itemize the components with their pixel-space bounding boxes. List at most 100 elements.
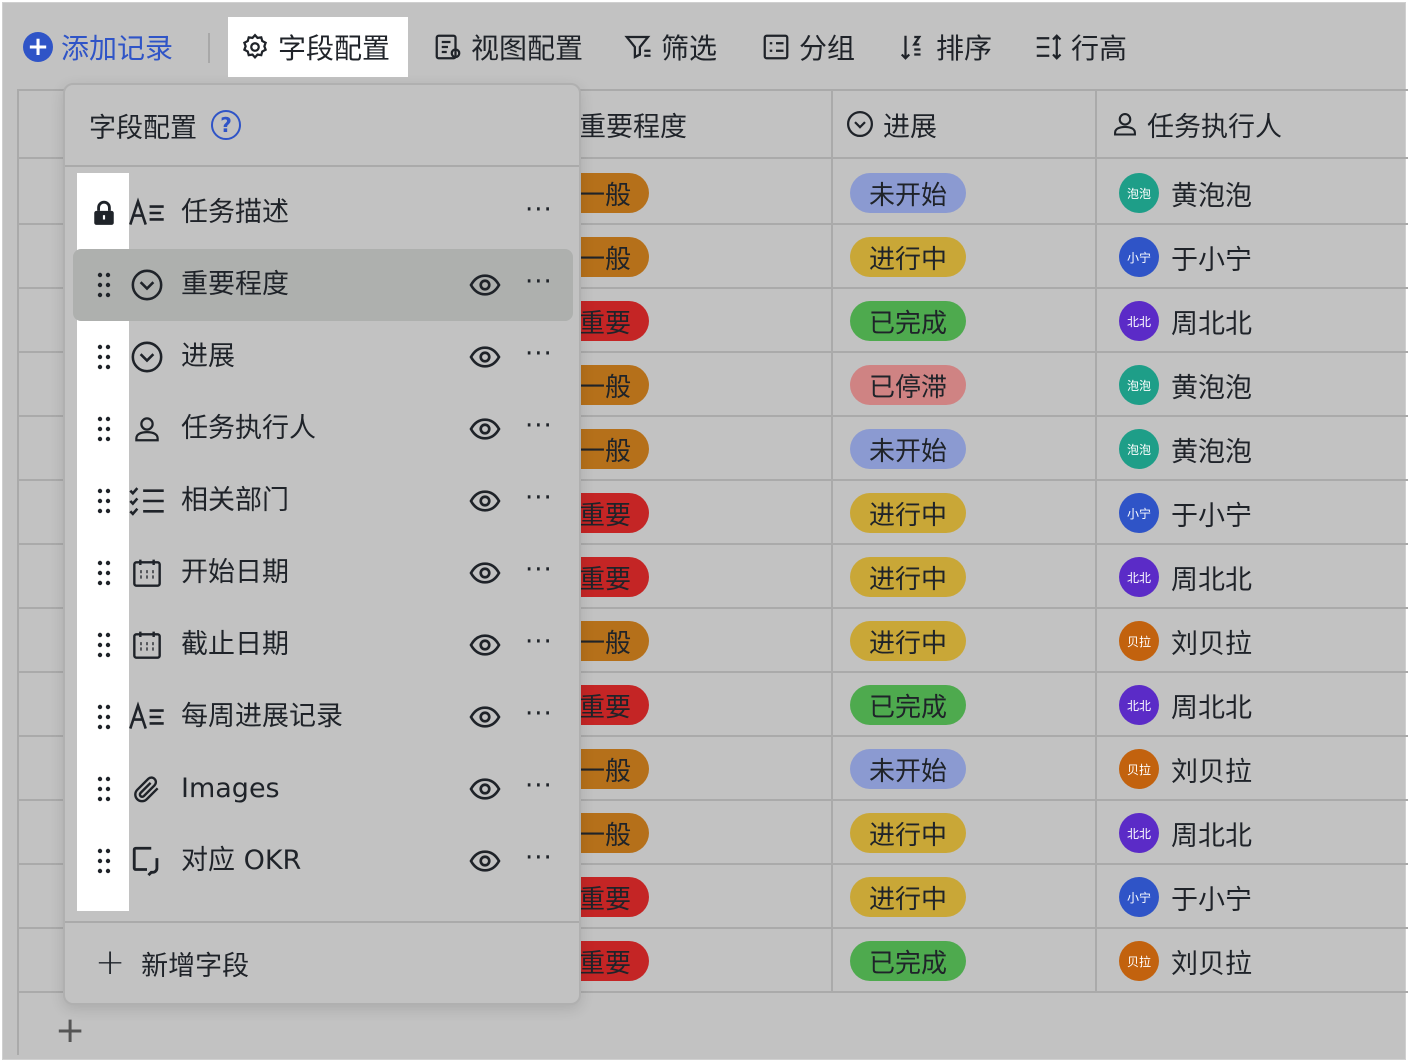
field-row[interactable]: 每周进展记录 ··· [73, 681, 573, 753]
assignee-name: 刘贝拉 [1171, 756, 1252, 788]
more-options-icon[interactable]: ··· [525, 411, 553, 441]
field-config-button[interactable]: 字段配置 [228, 17, 408, 77]
drag-handle-icon[interactable] [93, 343, 115, 371]
assignee-cell[interactable]: 贝拉 刘贝拉 [1119, 941, 1252, 981]
drag-handle-icon[interactable] [93, 415, 115, 443]
field-label: 任务执行人 [181, 413, 316, 444]
eye-icon[interactable] [469, 485, 501, 521]
progress-tag[interactable]: 进行中 [850, 877, 966, 917]
progress-tag[interactable]: 进行中 [850, 237, 966, 277]
column-header-importance[interactable]: 重要程度 [579, 91, 832, 159]
field-row[interactable]: 进展 ··· [73, 321, 573, 393]
assignee-cell[interactable]: 贝拉 刘贝拉 [1119, 749, 1252, 789]
add-record-button[interactable]: + 添加记录 [23, 17, 173, 77]
more-options-icon[interactable]: ··· [525, 195, 553, 225]
eye-icon[interactable] [469, 845, 501, 881]
text-icon [129, 699, 165, 735]
avatar: 北北 [1119, 685, 1159, 725]
assignee-cell[interactable]: 北北 周北北 [1119, 301, 1252, 341]
field-row[interactable]: 对应 OKR ··· [73, 825, 573, 897]
drag-handle-icon[interactable] [93, 703, 115, 731]
eye-icon[interactable] [469, 701, 501, 737]
field-row[interactable]: 相关部门 ··· [73, 465, 573, 537]
sort-icon [900, 35, 922, 60]
drag-handle-icon[interactable] [93, 847, 115, 875]
eye-icon[interactable] [469, 557, 501, 593]
progress-tag[interactable]: 进行中 [850, 621, 966, 661]
eye-icon[interactable] [469, 413, 501, 449]
column-header-assignee[interactable]: 任务执行人 [1097, 91, 1408, 159]
view-config-button[interactable]: 视图配置 [433, 17, 583, 77]
assignee-cell[interactable]: 泡泡 黄泡泡 [1119, 365, 1252, 405]
more-options-icon[interactable]: ··· [525, 771, 553, 801]
more-options-icon[interactable]: ··· [525, 843, 553, 873]
more-options-icon[interactable]: ··· [525, 267, 553, 297]
assignee-name: 黄泡泡 [1171, 180, 1252, 212]
progress-tag[interactable]: 进行中 [850, 557, 966, 597]
column-header-label: 重要程度 [579, 111, 687, 143]
assignee-cell[interactable]: 小宁 于小宁 [1119, 877, 1252, 917]
avatar: 小宁 [1119, 877, 1159, 917]
assignee-name: 黄泡泡 [1171, 372, 1252, 404]
field-row[interactable]: 截止日期 ··· [73, 609, 573, 681]
drag-handle-icon[interactable] [93, 271, 115, 299]
eye-icon[interactable] [469, 341, 501, 377]
progress-tag[interactable]: 已完成 [850, 301, 966, 341]
more-options-icon[interactable]: ··· [525, 555, 553, 585]
more-options-icon[interactable]: ··· [525, 699, 553, 729]
progress-tag[interactable]: 未开始 [850, 173, 966, 213]
drag-handle-icon[interactable] [93, 559, 115, 587]
avatar: 北北 [1119, 813, 1159, 853]
assignee-cell[interactable]: 小宁 于小宁 [1119, 237, 1252, 277]
filter-button[interactable]: 筛选 [623, 17, 717, 77]
progress-tag[interactable]: 已停滞 [850, 365, 966, 405]
progress-tag[interactable]: 未开始 [850, 429, 966, 469]
column-header-progress[interactable]: 进展 [833, 91, 1095, 159]
more-options-icon[interactable]: ··· [525, 339, 553, 369]
assignee-cell[interactable]: 北北 周北北 [1119, 685, 1252, 725]
avatar: 泡泡 [1119, 365, 1159, 405]
field-row[interactable]: 任务执行人 ··· [73, 393, 573, 465]
field-row[interactable]: 任务描述 ··· [73, 177, 573, 249]
drag-handle-icon[interactable] [93, 631, 115, 659]
field-row[interactable]: Images ··· [73, 753, 573, 825]
sort-label: 排序 [936, 32, 993, 65]
avatar: 小宁 [1119, 493, 1159, 533]
column-header-label: 进展 [883, 111, 937, 143]
group-button[interactable]: 分组 [761, 17, 855, 77]
progress-tag[interactable]: 未开始 [850, 749, 966, 789]
assignee-name: 周北北 [1171, 820, 1252, 852]
add-field-button[interactable]: + 新增字段 [65, 921, 579, 1003]
panel-title: 字段配置 [89, 112, 197, 144]
field-row[interactable]: 重要程度 ··· [73, 249, 573, 321]
assignee-cell[interactable]: 小宁 于小宁 [1119, 493, 1252, 533]
avatar: 北北 [1119, 301, 1159, 341]
progress-tag[interactable]: 进行中 [850, 493, 966, 533]
sort-button[interactable]: 排序 [898, 17, 992, 77]
eye-icon[interactable] [469, 773, 501, 809]
progress-tag[interactable]: 已完成 [850, 941, 966, 981]
assignee-cell[interactable]: 泡泡 黄泡泡 [1119, 429, 1252, 469]
view-config-icon [435, 34, 461, 60]
field-row[interactable]: 开始日期 ··· [73, 537, 573, 609]
field-label: 截止日期 [181, 629, 289, 660]
progress-tag[interactable]: 已完成 [850, 685, 966, 725]
field-config-panel: 字段配置 ? 任务描述 ··· 重要程度 ··· 进展 ··· 任务执行人 ··· 相关部门 ··… [63, 83, 581, 1005]
avatar: 泡泡 [1119, 173, 1159, 213]
drag-handle-icon[interactable] [93, 487, 115, 515]
add-row-button[interactable]: + [55, 1013, 85, 1049]
eye-icon[interactable] [469, 629, 501, 665]
assignee-cell[interactable]: 北北 周北北 [1119, 557, 1252, 597]
progress-tag[interactable]: 进行中 [850, 813, 966, 853]
row-height-button[interactable]: 行高 [1033, 17, 1127, 77]
drag-handle-icon[interactable] [93, 775, 115, 803]
assignee-cell[interactable]: 北北 周北北 [1119, 813, 1252, 853]
field-label: Images [181, 773, 280, 804]
eye-icon[interactable] [469, 269, 501, 305]
more-options-icon[interactable]: ··· [525, 483, 553, 513]
more-options-icon[interactable]: ··· [525, 627, 553, 657]
help-icon[interactable]: ? [211, 110, 241, 140]
assignee-cell[interactable]: 贝拉 刘贝拉 [1119, 621, 1252, 661]
assignee-cell[interactable]: 泡泡 黄泡泡 [1119, 173, 1252, 213]
group-icon [763, 34, 789, 60]
